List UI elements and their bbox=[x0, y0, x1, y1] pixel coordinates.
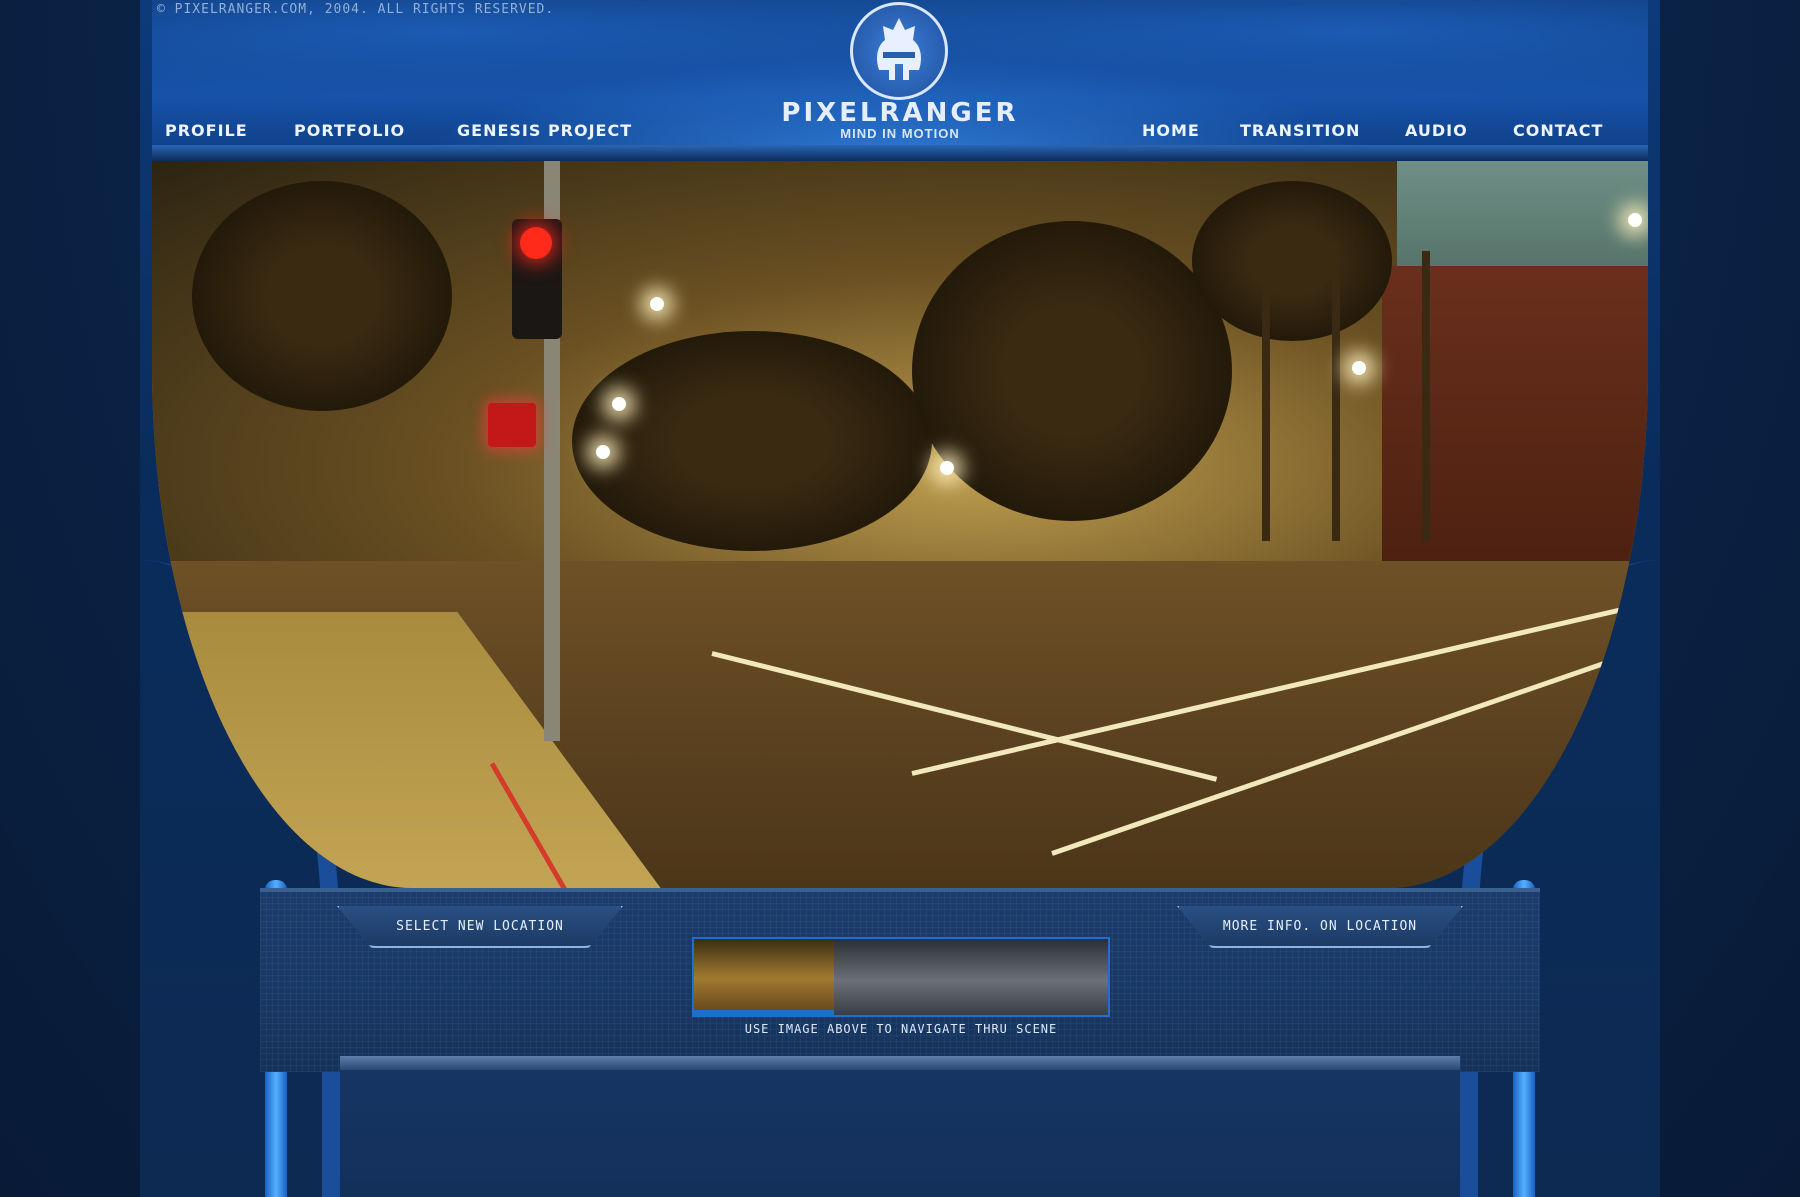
scene-trees-center bbox=[572, 331, 932, 551]
street-light bbox=[650, 297, 664, 311]
scene-trees-mid bbox=[912, 221, 1232, 521]
bottom-panel bbox=[340, 1070, 1460, 1197]
navigator-hint: USE IMAGE ABOVE TO NAVIGATE THRU SCENE bbox=[744, 1022, 1058, 1036]
street-light bbox=[1628, 213, 1642, 227]
brand-name: PIXELRANGER bbox=[781, 98, 1019, 128]
traffic-signal bbox=[512, 219, 562, 339]
scene-panorama[interactable] bbox=[152, 161, 1648, 888]
nav-audio[interactable]: AUDIO bbox=[1405, 121, 1468, 140]
helmet-icon bbox=[877, 18, 921, 80]
logo-badge[interactable] bbox=[850, 2, 948, 100]
scene-palms-left bbox=[192, 181, 452, 411]
street-light bbox=[612, 397, 626, 411]
pedestrian-signal bbox=[488, 403, 536, 447]
scene-palm-trunk bbox=[1262, 281, 1270, 541]
bottom-divider bbox=[340, 1056, 1460, 1070]
nav-divider bbox=[152, 145, 1648, 161]
street-light bbox=[596, 445, 610, 459]
more-info-button[interactable]: MORE INFO. ON LOCATION bbox=[1177, 906, 1463, 948]
nav-contact[interactable]: CONTACT bbox=[1513, 121, 1603, 140]
navigator-thumb-rest[interactable] bbox=[834, 939, 1108, 1015]
nav-profile[interactable]: PROFILE bbox=[165, 121, 248, 140]
nav-home[interactable]: HOME bbox=[1142, 121, 1200, 140]
copyright-text: © PIXELRANGER.COM, 2004. ALL RIGHTS RESE… bbox=[157, 2, 555, 17]
navigator-thumb-current[interactable] bbox=[694, 939, 834, 1015]
nav-portfolio[interactable]: PORTFOLIO bbox=[294, 121, 405, 140]
nav-transition[interactable]: TRANSITION bbox=[1240, 121, 1360, 140]
street-light bbox=[940, 461, 954, 475]
select-location-button[interactable]: SELECT NEW LOCATION bbox=[337, 906, 623, 948]
street-light bbox=[1352, 361, 1366, 375]
scene-palm-trunk bbox=[1332, 241, 1340, 541]
scene-palm-trunk bbox=[1422, 251, 1430, 541]
nav-genesis-project[interactable]: GENESIS PROJECT bbox=[457, 121, 632, 140]
scene-navigator[interactable] bbox=[692, 937, 1110, 1017]
scene-palms-right bbox=[1192, 181, 1392, 341]
brand-tagline: MIND IN MOTION bbox=[840, 126, 960, 141]
